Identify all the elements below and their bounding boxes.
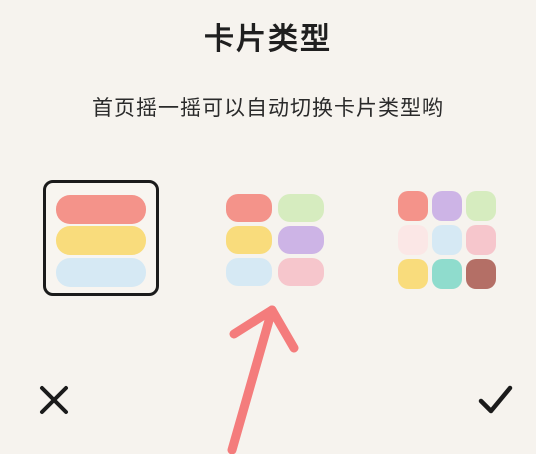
dialog-title: 卡片类型 xyxy=(204,22,332,57)
card-swatch xyxy=(56,258,146,287)
card-swatch xyxy=(466,191,496,221)
card-type-option-grid-3x3[interactable] xyxy=(398,191,496,289)
confirm-button[interactable] xyxy=(474,380,516,420)
card-swatch xyxy=(466,225,496,255)
card-swatch xyxy=(278,258,324,286)
cancel-button[interactable] xyxy=(34,380,74,420)
card-swatch xyxy=(398,259,428,289)
card-type-option-list[interactable] xyxy=(43,180,159,296)
card-swatch xyxy=(398,191,428,221)
check-icon xyxy=(478,385,513,414)
card-swatch xyxy=(398,225,428,255)
card-swatch xyxy=(432,259,462,289)
card-type-option-grid-2x3[interactable] xyxy=(226,194,324,290)
annotation-arrow-icon xyxy=(227,305,299,454)
card-swatch xyxy=(56,226,146,255)
card-type-dialog: 卡片类型 首页摇一摇可以自动切换卡片类型哟 xyxy=(0,0,536,454)
card-swatch xyxy=(432,225,462,255)
card-swatch xyxy=(432,191,462,221)
card-swatch xyxy=(226,258,272,286)
card-swatch xyxy=(56,195,146,224)
card-swatch xyxy=(226,194,272,222)
card-swatch xyxy=(466,259,496,289)
close-icon xyxy=(40,386,68,414)
card-swatch xyxy=(226,226,272,254)
card-swatch xyxy=(278,226,324,254)
card-swatch xyxy=(278,194,324,222)
dialog-subtitle: 首页摇一摇可以自动切换卡片类型哟 xyxy=(92,96,444,120)
